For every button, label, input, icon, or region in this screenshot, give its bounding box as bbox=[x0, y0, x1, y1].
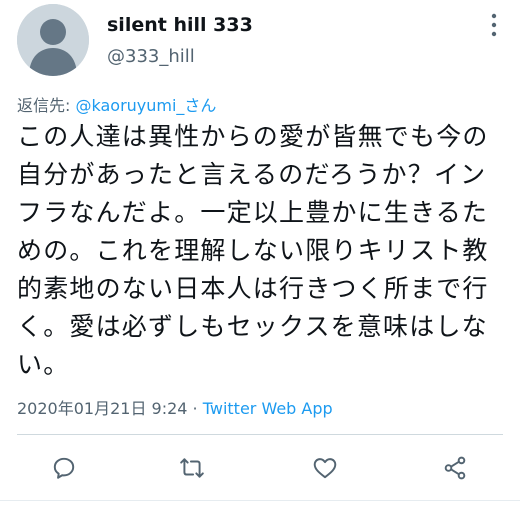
tweet-meta: 2020年01月21日 9:24 · Twitter Web App bbox=[17, 395, 333, 419]
meta-separator: · bbox=[187, 399, 203, 418]
tweet-source-link[interactable]: Twitter Web App bbox=[203, 399, 333, 418]
share-button[interactable] bbox=[435, 448, 475, 488]
more-options-button[interactable] bbox=[480, 8, 508, 42]
bottom-divider bbox=[0, 500, 520, 501]
retweet-icon bbox=[180, 458, 204, 478]
action-bar bbox=[0, 448, 520, 488]
author-display-name[interactable]: silent hill 333 bbox=[107, 14, 253, 36]
reply-icon bbox=[53, 457, 75, 479]
tweet-text: この人達は異性からの愛が皆無でも今の自分があったと言えるのだろうか？インフラなん… bbox=[17, 122, 489, 379]
like-button[interactable] bbox=[305, 448, 345, 488]
share-icon bbox=[444, 456, 466, 480]
more-dots-icon bbox=[491, 13, 497, 37]
reply-context: 返信先: @kaoruyumi_さん bbox=[17, 92, 216, 116]
reply-prefix: 返信先: bbox=[17, 96, 76, 115]
retweet-button[interactable] bbox=[172, 448, 212, 488]
tweet-card: silent hill 333 @333_hill 返信先: @kaoruyum… bbox=[0, 0, 520, 516]
tweet-timestamp[interactable]: 2020年01月21日 9:24 bbox=[17, 399, 187, 418]
reply-mention-link[interactable]: @kaoruyumi_さん bbox=[75, 96, 216, 115]
heart-icon bbox=[313, 458, 337, 479]
avatar[interactable] bbox=[17, 4, 89, 76]
author-handle[interactable]: @333_hill bbox=[107, 46, 195, 67]
default-avatar-icon bbox=[17, 4, 89, 76]
divider bbox=[17, 434, 503, 435]
reply-button[interactable] bbox=[44, 448, 84, 488]
